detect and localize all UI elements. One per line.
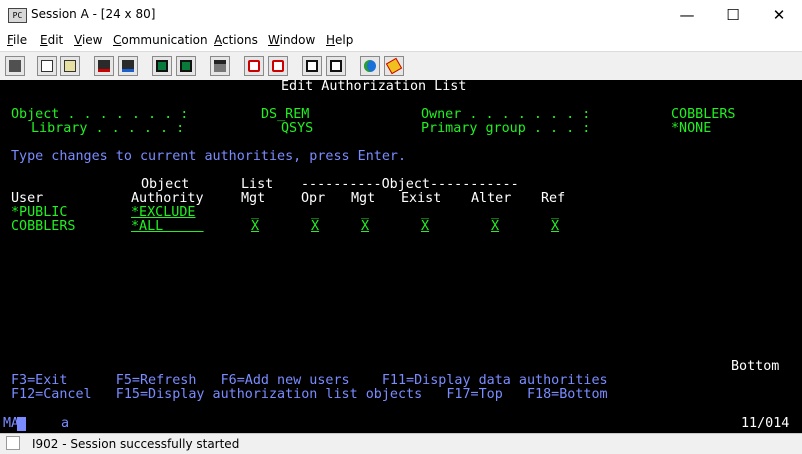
quick-keys-icon bbox=[180, 60, 192, 72]
col-head-exist: Exist bbox=[401, 191, 442, 206]
minimize-button[interactable]: — bbox=[664, 0, 710, 30]
quick-keys-button[interactable] bbox=[176, 56, 196, 76]
toolbar bbox=[0, 51, 802, 82]
col-head-mgt: Mgt bbox=[351, 191, 376, 206]
edit-button[interactable] bbox=[384, 56, 404, 76]
more-indicator: Bottom bbox=[731, 359, 780, 374]
paste-button[interactable] bbox=[60, 56, 80, 76]
col-head-object: Object bbox=[141, 177, 190, 192]
menu-actions[interactable]: Actions bbox=[214, 33, 258, 47]
row-cobblers-authority-field[interactable]: *ALL bbox=[131, 220, 204, 234]
cut-icon bbox=[330, 60, 342, 72]
owner-label: Owner . . . . . . . : bbox=[421, 107, 591, 122]
play-macro-icon bbox=[306, 60, 318, 72]
support-icon bbox=[364, 60, 376, 72]
stop-macro-icon bbox=[272, 60, 284, 72]
col-head-list: List bbox=[241, 177, 274, 192]
menu-window[interactable]: Window bbox=[268, 33, 315, 47]
title-bar: PC Session A - [24 x 80] — ☐ ✕ bbox=[0, 0, 802, 30]
terminal-screen[interactable]: Edit Authorization List Object . . . . .… bbox=[0, 80, 802, 416]
record-macro-button[interactable] bbox=[244, 56, 264, 76]
play-macro-button[interactable] bbox=[302, 56, 322, 76]
screen-title: Edit Authorization List bbox=[281, 80, 467, 94]
print-screen-button[interactable] bbox=[5, 56, 25, 76]
owner-value: COBBLERS bbox=[671, 107, 736, 122]
col-head-ref: Ref bbox=[541, 191, 566, 206]
record-macro-icon bbox=[248, 60, 260, 72]
row-cobblers-exist-field[interactable]: X bbox=[421, 220, 429, 234]
cursor-position: 11/014 bbox=[741, 416, 790, 431]
function-keys-line-1: F3=Exit F5=Refresh F6=Add new users F11=… bbox=[11, 373, 608, 388]
receive-icon bbox=[122, 60, 134, 72]
primary-group-label: Primary group . . . : bbox=[421, 121, 591, 136]
paste-icon bbox=[64, 60, 76, 72]
send-file-button[interactable] bbox=[94, 56, 114, 76]
menu-communication[interactable]: Communication bbox=[113, 33, 208, 47]
copy-icon bbox=[41, 60, 53, 72]
instruction-text: Type changes to current authorities, pre… bbox=[11, 149, 407, 164]
status-bar: I902 - Session successfully started bbox=[0, 433, 802, 454]
object-value: DS_REM bbox=[261, 107, 310, 122]
menu-bar: File Edit View Communication Actions Win… bbox=[0, 30, 802, 51]
customize-keyboard-button[interactable] bbox=[210, 56, 230, 76]
menu-edit[interactable]: Edit bbox=[40, 33, 63, 47]
row-public-list-mgt-field[interactable]: _ bbox=[251, 206, 259, 220]
operator-information-area: MA a 11/014 bbox=[0, 416, 802, 433]
row-cobblers-ref-field[interactable]: X bbox=[551, 220, 559, 234]
display-keypad-button[interactable] bbox=[152, 56, 172, 76]
primary-group-value: *NONE bbox=[671, 121, 712, 136]
col-head-user: User bbox=[11, 191, 44, 206]
window-title: Session A - [24 x 80] bbox=[31, 7, 156, 21]
oia-input-char: a bbox=[61, 416, 70, 431]
col-head-opr: Opr bbox=[301, 191, 326, 206]
row-public-opr-field[interactable]: _ bbox=[311, 206, 319, 220]
function-keys-line-2: F12=Cancel F15=Display authorization lis… bbox=[11, 387, 608, 402]
edit-icon bbox=[385, 57, 403, 75]
status-message: I902 - Session successfully started bbox=[32, 437, 240, 451]
col-head-alter: Alter bbox=[471, 191, 512, 206]
menu-file[interactable]: File bbox=[7, 33, 27, 47]
row-public-authority-field[interactable]: *EXCLUDE bbox=[131, 206, 196, 220]
copy-button[interactable] bbox=[37, 56, 57, 76]
row-public-exist-field[interactable]: _ bbox=[421, 206, 429, 220]
emulator-app-icon[interactable]: PC bbox=[8, 8, 27, 23]
maximize-button[interactable]: ☐ bbox=[710, 0, 756, 30]
receive-file-button[interactable] bbox=[118, 56, 138, 76]
row-cobblers-opr-field[interactable]: X bbox=[311, 220, 319, 234]
row-cobblers-user: COBBLERS bbox=[11, 219, 76, 234]
menu-help[interactable]: Help bbox=[326, 33, 353, 47]
library-value: QSYS bbox=[281, 121, 314, 136]
oia-cursor-block bbox=[17, 417, 26, 431]
menu-view[interactable]: View bbox=[74, 33, 102, 47]
library-label: Library . . . . . : bbox=[31, 121, 185, 136]
print-screen-icon bbox=[9, 60, 21, 72]
send-icon bbox=[98, 60, 110, 72]
display-keypad-icon bbox=[156, 60, 168, 72]
support-button[interactable] bbox=[360, 56, 380, 76]
object-label: Object . . . . . . . : bbox=[11, 107, 189, 122]
row-public-ref-field[interactable]: _ bbox=[551, 206, 559, 220]
row-public-alter-field[interactable]: _ bbox=[491, 206, 499, 220]
row-cobblers-mgt-field[interactable]: X bbox=[361, 220, 369, 234]
col-head-authority: Authority bbox=[131, 191, 204, 206]
col-head-object-group: ----------Object----------- bbox=[301, 177, 519, 192]
customize-icon bbox=[214, 60, 226, 72]
row-cobblers-alter-field[interactable]: X bbox=[491, 220, 499, 234]
cut-macro-button[interactable] bbox=[326, 56, 346, 76]
col-head-list-mgt: Mgt bbox=[241, 191, 266, 206]
session-status-icon bbox=[6, 436, 20, 450]
row-public-user: *PUBLIC bbox=[11, 205, 68, 220]
stop-macro-button[interactable] bbox=[268, 56, 288, 76]
row-public-mgt-field[interactable]: _ bbox=[361, 206, 369, 220]
close-button[interactable]: ✕ bbox=[756, 0, 802, 30]
row-cobblers-list-mgt-field[interactable]: X bbox=[251, 220, 259, 234]
